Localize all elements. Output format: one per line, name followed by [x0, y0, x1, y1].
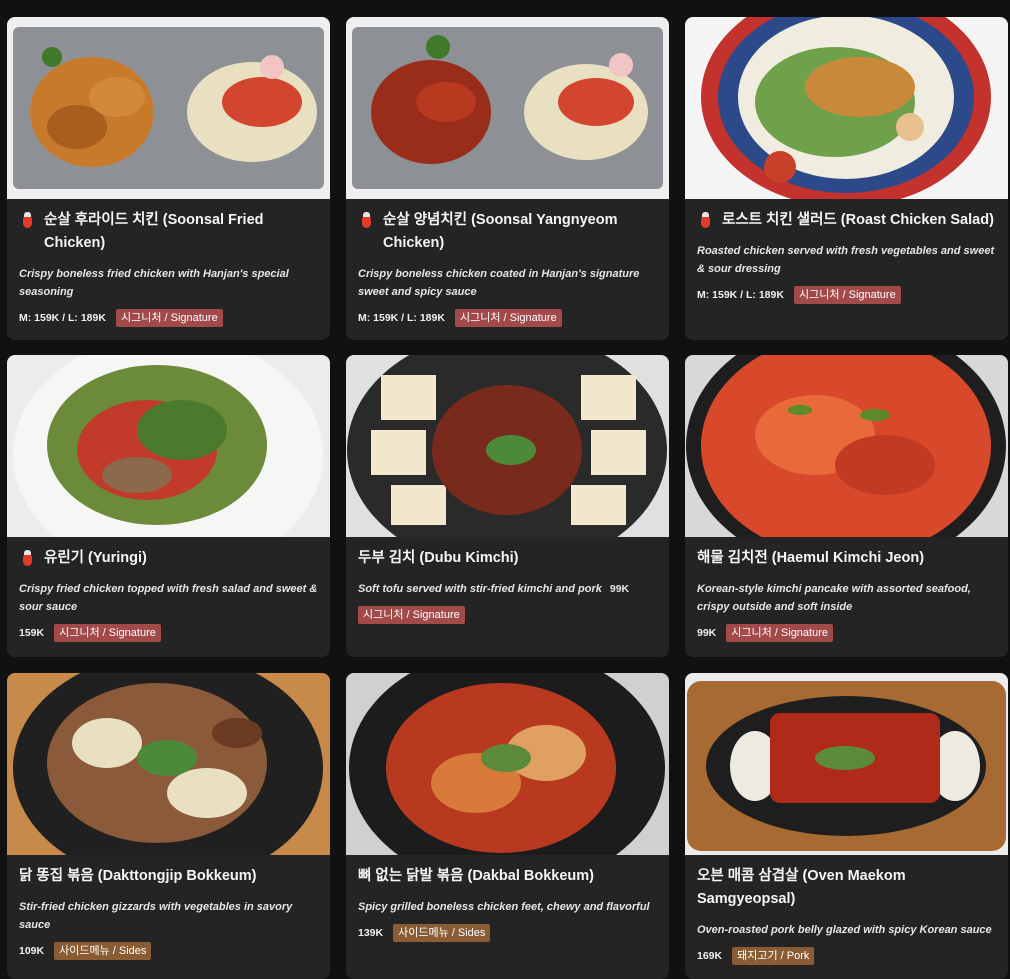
dish-description: Spicy grilled boneless chicken feet, che…	[358, 901, 650, 913]
dish-title-text: 해물 김치전 (Haemul Kimchi Jeon)	[697, 550, 925, 566]
dish-title-text: 닭 똥집 볶음 (Dakttongjip Bokkeum)	[19, 868, 257, 884]
category-badge: 시그니처 / Signature	[115, 309, 223, 327]
dish-price: 99K	[609, 583, 630, 595]
dish-title-text: 유린기 (Yuringi)	[44, 550, 147, 566]
category-badge: 시그니처 / Signature	[454, 309, 562, 327]
dish-price: 99K	[697, 627, 717, 639]
dish-title: 두부 김치 (Dubu Kimchi)	[358, 547, 657, 570]
food-photo	[7, 17, 330, 199]
food-photo	[685, 355, 1008, 537]
dish-title: 순살 양념치킨 (Soonsal Yangnyeom Chicken)	[358, 209, 657, 255]
dish-meta: 99K 시그니처 / Signature	[697, 624, 996, 642]
category-badge: 사이드메뉴 / Sides	[393, 924, 491, 942]
dish-meta: 109K 사이드메뉴 / Sides	[19, 942, 318, 960]
dish-title-text: 순살 양념치킨 (Soonsal Yangnyeom Chicken)	[383, 212, 618, 251]
category-badge: 시그니처 / Signature	[358, 606, 465, 624]
dish-price: M: 159K / L: 189K	[19, 312, 106, 324]
category-badge: 시그니처 / Signature	[793, 286, 901, 304]
menu-card-yuringi[interactable]: 유린기 (Yuringi) Crispy fried chicken toppe…	[7, 355, 330, 657]
dish-description: Crispy boneless chicken coated in Hanjan…	[358, 268, 640, 298]
dish-price: 159K	[19, 627, 45, 639]
dish-description: Korean-style kimchi pancake with assorte…	[697, 583, 971, 613]
dish-title: 뼈 없는 닭발 볶음 (Dakbal Bokkeum)	[358, 865, 657, 888]
dish-description-text: Soft tofu served with stir-fried kimchi …	[358, 583, 602, 595]
dish-price: 139K	[358, 927, 384, 939]
menu-card-soonsal-yangnyeom-chicken[interactable]: 순살 양념치킨 (Soonsal Yangnyeom Chicken) Cris…	[346, 17, 669, 340]
dish-title-text: 오븐 매콤 삼겹살 (Oven Maekom Samgyeopsal)	[697, 868, 906, 907]
chili-pepper-icon	[699, 212, 712, 228]
menu-grid: 순살 후라이드 치킨 (Soonsal Fried Chicken) Crisp…	[0, 0, 1010, 979]
category-badge: 시그니처 / Signature	[726, 624, 834, 642]
category-badge: 돼지고기 / Pork	[732, 947, 815, 965]
dish-title-text: 순살 후라이드 치킨 (Soonsal Fried Chicken)	[44, 212, 264, 251]
menu-card-dakttongjip-bokkeum[interactable]: 닭 똥집 볶음 (Dakttongjip Bokkeum) Stir-fried…	[7, 673, 330, 979]
chili-pepper-icon	[21, 212, 34, 228]
dish-title: 해물 김치전 (Haemul Kimchi Jeon)	[697, 547, 996, 570]
chili-pepper-icon	[21, 550, 34, 566]
dish-price: M: 159K / L: 189K	[697, 289, 784, 301]
dish-description: Crispy boneless fried chicken with Hanja…	[19, 268, 289, 298]
menu-card-roast-chicken-salad[interactable]: 로스트 치킨 샐러드 (Roast Chicken Salad) Roasted…	[685, 17, 1008, 340]
dish-title: 순살 후라이드 치킨 (Soonsal Fried Chicken)	[19, 209, 318, 255]
menu-card-soonsal-fried-chicken[interactable]: 순살 후라이드 치킨 (Soonsal Fried Chicken) Crisp…	[7, 17, 330, 340]
dish-title-text: 두부 김치 (Dubu Kimchi)	[358, 550, 519, 566]
dish-meta: M: 159K / L: 189K 시그니처 / Signature	[19, 309, 318, 327]
dish-price: 169K	[697, 950, 723, 962]
dish-description: Soft tofu served with stir-fried kimchi …	[358, 580, 657, 598]
menu-card-haemul-kimchi-jeon[interactable]: 해물 김치전 (Haemul Kimchi Jeon) Korean-style…	[685, 355, 1008, 657]
food-photo	[346, 673, 669, 855]
dish-description: Stir-fried chicken gizzards with vegetab…	[19, 901, 293, 931]
dish-description: Crispy fried chicken topped with fresh s…	[19, 583, 318, 613]
food-photo	[7, 355, 330, 537]
food-photo	[346, 17, 669, 199]
dish-meta: 169K 돼지고기 / Pork	[697, 947, 996, 965]
food-photo	[685, 673, 1008, 855]
dish-meta: 159K 시그니처 / Signature	[19, 624, 318, 642]
dish-title-text: 로스트 치킨 샐러드 (Roast Chicken Salad)	[722, 212, 994, 228]
dish-title: 유린기 (Yuringi)	[19, 547, 318, 570]
category-badge: 사이드메뉴 / Sides	[54, 942, 152, 960]
menu-card-dakbal-bokkeum[interactable]: 뼈 없는 닭발 볶음 (Dakbal Bokkeum) Spicy grille…	[346, 673, 669, 979]
dish-meta: 139K 사이드메뉴 / Sides	[358, 924, 657, 942]
dish-title: 닭 똥집 볶음 (Dakttongjip Bokkeum)	[19, 865, 318, 888]
dish-meta: M: 159K / L: 189K 시그니처 / Signature	[697, 286, 996, 304]
dish-price: 109K	[19, 945, 45, 957]
dish-meta: 시그니처 / Signature	[358, 606, 657, 624]
dish-title: 오븐 매콤 삼겹살 (Oven Maekom Samgyeopsal)	[697, 865, 996, 911]
menu-card-dubu-kimchi[interactable]: 두부 김치 (Dubu Kimchi) Soft tofu served wit…	[346, 355, 669, 657]
food-photo	[7, 673, 330, 855]
category-badge: 시그니처 / Signature	[54, 624, 161, 642]
menu-card-oven-maekom-samgyeopsal[interactable]: 오븐 매콤 삼겹살 (Oven Maekom Samgyeopsal) Oven…	[685, 673, 1008, 979]
dish-meta: M: 159K / L: 189K 시그니처 / Signature	[358, 309, 657, 327]
food-photo	[346, 355, 669, 537]
food-photo	[685, 17, 1008, 199]
dish-description: Oven-roasted pork belly glazed with spic…	[697, 924, 992, 936]
dish-price: M: 159K / L: 189K	[358, 312, 445, 324]
dish-title: 로스트 치킨 샐러드 (Roast Chicken Salad)	[697, 209, 996, 232]
chili-pepper-icon	[360, 212, 373, 228]
dish-description: Roasted chicken served with fresh vegeta…	[697, 245, 995, 275]
dish-title-text: 뼈 없는 닭발 볶음 (Dakbal Bokkeum)	[358, 868, 595, 884]
